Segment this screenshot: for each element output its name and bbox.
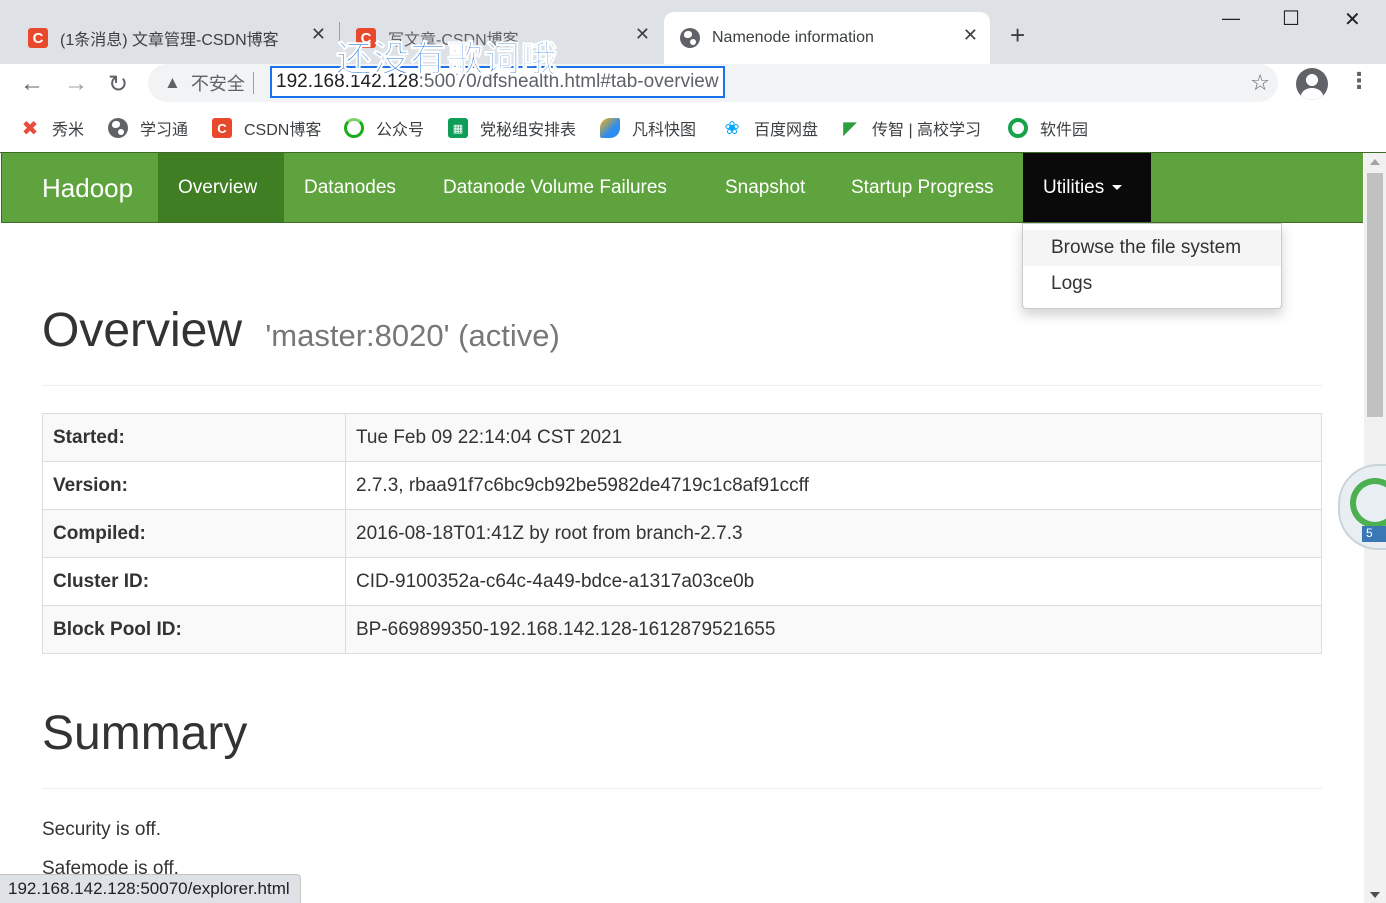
menu-kebab-icon[interactable]: ⋮ [1348, 68, 1370, 94]
bookmark-gongzhonghao[interactable]: 公众号 [344, 116, 424, 140]
page-content: Hadoop Overview Datanodes Datanode Volum… [0, 152, 1386, 903]
sheet-icon: ▦ [448, 118, 468, 138]
csdn-icon: C [212, 118, 232, 138]
bookmark-label: 百度网盘 [754, 122, 819, 139]
minimize-button[interactable]: — [1222, 8, 1240, 29]
row-value: Tue Feb 09 22:14:04 CST 2021 [345, 413, 1322, 462]
bookmark-star-icon[interactable]: ☆ [1250, 70, 1270, 96]
bookmark-software-park[interactable]: 软件园 [1008, 116, 1088, 140]
row-label: Cluster ID: [42, 557, 346, 606]
scroll-down-arrow-icon[interactable] [1370, 892, 1380, 898]
xiumi-icon: ✖ [21, 117, 39, 140]
chuanzhi-icon: ◤ [843, 117, 857, 138]
close-icon[interactable]: ✕ [311, 24, 326, 45]
row-label: Started: [42, 413, 346, 462]
warning-icon[interactable]: ▲ [164, 73, 181, 93]
back-icon[interactable]: ← [20, 70, 44, 98]
scroll-thumb[interactable] [1367, 173, 1383, 417]
bookmark-label: 软件园 [1040, 122, 1089, 139]
row-label: Version: [42, 461, 346, 510]
address-bar[interactable]: ▲ 不安全 192.168.142.128:50070/dfshealth.ht… [148, 64, 1278, 102]
bookmark-csdn[interactable]: C CSDN博客 [212, 116, 321, 140]
tab-title: Namenode information [712, 29, 874, 46]
bookmarks-bar: ✖ 秀米 学习通 C CSDN博客 公众号 ▦ 党秘组安排表 凡科快图 ❀ 百度… [0, 104, 1386, 152]
maximize-button[interactable]: ☐ [1282, 6, 1300, 31]
menu-item-browse-file-system[interactable]: Browse the file system [1023, 230, 1281, 266]
nav-datanode-volume-failures[interactable]: Datanode Volume Failures [423, 153, 687, 222]
table-row: Block Pool ID: BP-669899350-192.168.142.1… [42, 605, 1322, 654]
baidu-pan-icon: ❀ [724, 117, 740, 138]
tab-namenode-information[interactable]: Namenode information ✕ [664, 12, 990, 64]
bookmark-label: 学习通 [140, 122, 189, 139]
summary-heading: Summary [42, 707, 248, 760]
omnibox-separator [252, 72, 254, 94]
row-label: Compiled: [42, 509, 346, 558]
nav-utilities-label: Utilities [1043, 176, 1105, 198]
bookmark-label: 传智 | 高校学习 [872, 122, 982, 139]
bookmark-dangmi-schedule[interactable]: ▦ 党秘组安排表 [448, 116, 576, 140]
bookmark-chuanzhi[interactable]: ◤ 传智 | 高校学习 [840, 116, 981, 140]
new-tab-button[interactable]: + [1010, 20, 1025, 51]
security-label[interactable]: 不安全 [191, 70, 245, 96]
table-row: Started: Tue Feb 09 22:14:04 CST 2021 [42, 413, 1322, 462]
speed-gauge-widget[interactable]: 5 [1338, 464, 1386, 550]
bookmark-label: 公众号 [376, 122, 425, 139]
nav-utilities[interactable]: Utilities [1023, 153, 1151, 222]
table-row: Version: 2.7.3, rbaa91f7c6bc9cb92be5982de… [42, 461, 1322, 510]
nav-snapshot[interactable]: Snapshot [705, 153, 825, 222]
scroll-up-arrow-icon[interactable] [1370, 159, 1380, 165]
globe-icon [108, 118, 128, 138]
hadoop-navbar: Hadoop Overview Datanodes Datanode Volum… [1, 153, 1363, 223]
row-value: BP-669899350-192.168.142.128-16128795216… [345, 605, 1322, 654]
overview-subtitle: 'master:8020' (active) [265, 318, 560, 353]
close-icon[interactable]: ✕ [963, 25, 978, 46]
divider [42, 788, 1322, 789]
csdn-icon: C [28, 28, 48, 48]
reload-icon[interactable]: ↻ [108, 70, 128, 99]
security-status: Security is off. [42, 819, 161, 840]
table-row: Cluster ID: CID-9100352a-c64c-4a49-bdce-a… [42, 557, 1322, 606]
gauge-ring-icon [1350, 478, 1386, 528]
bookmark-label: 凡科快图 [632, 122, 697, 139]
globe-icon [680, 28, 700, 48]
overview-heading: Overview [42, 304, 243, 357]
browser-toolbar: ← → ↻ ▲ 不安全 192.168.142.128:50070/dfshea… [0, 64, 1386, 104]
row-value: CID-9100352a-c64c-4a49-bdce-a1317a03ce0b [345, 557, 1322, 606]
forward-icon[interactable]: → [64, 70, 88, 98]
bookmark-baidu-pan[interactable]: ❀ 百度网盘 [722, 116, 818, 140]
gauge-label: 5 [1362, 526, 1386, 542]
bookmark-xiumi[interactable]: ✖ 秀米 [20, 116, 84, 140]
bookmark-fanke[interactable]: 凡科快图 [600, 116, 696, 140]
page-title: Overview 'master:8020' (active) [42, 303, 560, 358]
tab-title: (1条消息) 文章管理-CSDN博客 [60, 32, 279, 49]
nav-overview[interactable]: Overview [158, 153, 284, 222]
bookmark-label: CSDN博客 [244, 122, 322, 139]
caret-down-icon [1112, 185, 1123, 190]
menu-item-logs[interactable]: Logs [1023, 266, 1281, 302]
bookmark-xuexitong[interactable]: 学习通 [108, 116, 188, 140]
brand-logo[interactable]: Hadoop [42, 173, 133, 204]
tab-strip: C (1条消息) 文章管理-CSDN博客 ✕ C 写文章-CSDN博客 ✕ Na… [0, 0, 1386, 64]
window-close-button[interactable]: ✕ [1344, 7, 1361, 32]
software-park-icon [1008, 118, 1028, 138]
lyrics-overlay: 还没有歌词哦 [335, 39, 559, 81]
utilities-dropdown: Browse the file system Logs [1022, 223, 1282, 309]
table-row: Compiled: 2016-08-18T01:41Z by root from … [42, 509, 1322, 558]
bookmark-label: 党秘组安排表 [480, 122, 577, 139]
row-value: 2.7.3, rbaa91f7c6bc9cb92be5982de4719c1c8… [345, 461, 1322, 510]
close-icon[interactable]: ✕ [635, 24, 650, 45]
bookmark-label: 秀米 [52, 122, 85, 139]
nav-startup-progress[interactable]: Startup Progress [831, 153, 1014, 222]
overview-table: Started: Tue Feb 09 22:14:04 CST 2021 Ver… [42, 413, 1322, 654]
row-value: 2016-08-18T01:41Z by root from branch-2.… [345, 509, 1322, 558]
profile-avatar-icon[interactable] [1296, 68, 1328, 100]
tab-csdn-article-manage[interactable]: C (1条消息) 文章管理-CSDN博客 ✕ [18, 12, 338, 64]
wechat-mp-icon [344, 118, 364, 138]
status-bar-link-preview: 192.168.142.128:50070/explorer.html [0, 874, 301, 903]
divider [42, 385, 1322, 386]
row-label: Block Pool ID: [42, 605, 346, 654]
fanke-icon [600, 118, 620, 138]
nav-datanodes[interactable]: Datanodes [284, 153, 416, 222]
